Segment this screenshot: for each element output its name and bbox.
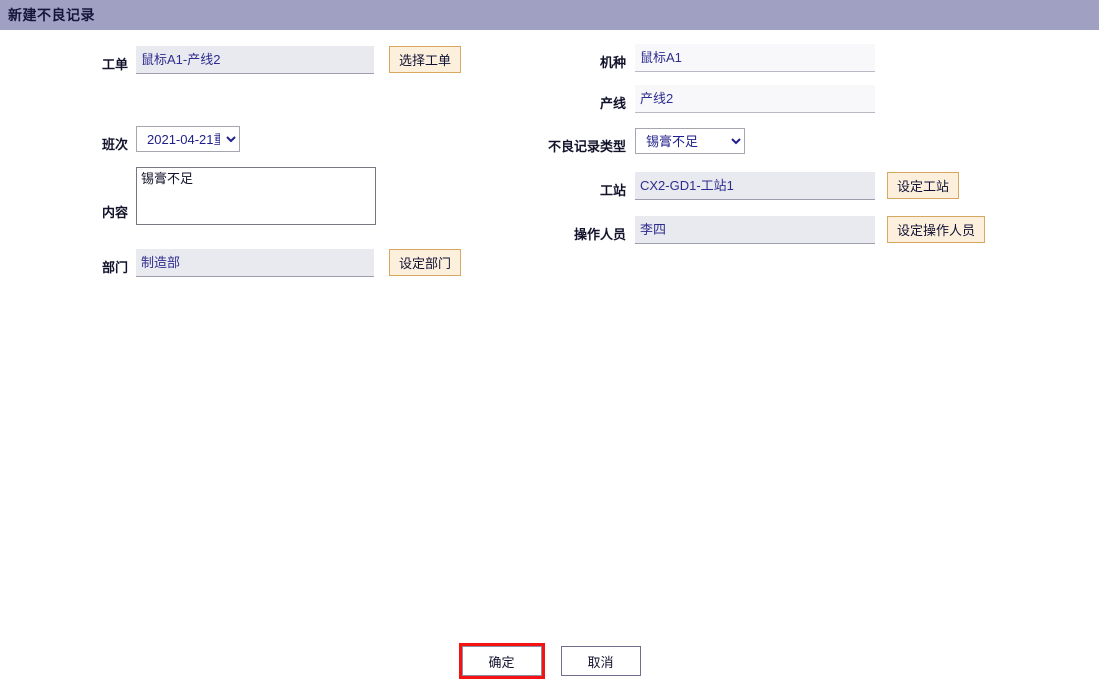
defect-type-select[interactable]: 锡膏不足: [635, 128, 745, 154]
field-row-work-order: 工单 选择工单: [88, 46, 488, 76]
operator-label: 操作人员: [573, 227, 626, 242]
department-label: 部门: [101, 260, 128, 275]
window-titlebar: 新建不良记录: [0, 0, 1099, 30]
page-title: 新建不良记录: [8, 7, 95, 23]
dialog-footer: 确定 取消: [0, 643, 1099, 679]
line-label: 产线: [599, 96, 626, 111]
form-left-column: 工单 选择工单 班次 2021-04-21重 内容 锡膏不足 部门 设定部门: [88, 30, 488, 290]
station-label: 工站: [599, 183, 626, 198]
station-input[interactable]: [635, 172, 875, 200]
department-input[interactable]: [136, 249, 374, 277]
set-operator-button[interactable]: 设定操作人员: [887, 216, 986, 243]
line-value: 产线2: [635, 85, 875, 113]
confirm-button-highlight: 确定: [458, 643, 545, 679]
content-label: 内容: [101, 205, 128, 220]
field-row-station: 工站 设定工站: [540, 172, 1010, 202]
field-row-shift: 班次 2021-04-21重: [88, 126, 488, 156]
work-order-input[interactable]: [136, 46, 374, 74]
field-row-department: 部门 设定部门: [88, 249, 488, 279]
select-work-order-button[interactable]: 选择工单: [389, 46, 462, 73]
field-row-line: 产线 产线2: [540, 85, 1010, 115]
set-department-button[interactable]: 设定部门: [389, 249, 462, 276]
field-row-defect-type: 不良记录类型 锡膏不足: [540, 128, 1010, 158]
shift-label: 班次: [101, 137, 128, 152]
form-right-column: 机种 鼠标A1 产线 产线2 不良记录类型 锡膏不足 工站 设定工站 操作人员 …: [540, 30, 1010, 257]
model-label: 机种: [599, 55, 626, 70]
defect-type-label: 不良记录类型: [547, 139, 626, 154]
form-area: 工单 选择工单 班次 2021-04-21重 内容 锡膏不足 部门 设定部门 机…: [0, 30, 1099, 630]
shift-select[interactable]: 2021-04-21重: [136, 126, 240, 152]
confirm-button[interactable]: 确定: [461, 646, 542, 676]
field-row-content: 内容 锡膏不足: [88, 167, 488, 225]
model-value: 鼠标A1: [635, 44, 875, 72]
field-row-model: 机种 鼠标A1: [540, 44, 1010, 74]
field-row-operator: 操作人员 设定操作人员: [540, 216, 1010, 246]
work-order-label: 工单: [101, 57, 128, 72]
set-station-button[interactable]: 设定工站: [887, 172, 960, 199]
cancel-button[interactable]: 取消: [560, 646, 641, 676]
content-textarea[interactable]: 锡膏不足: [136, 167, 376, 225]
operator-input[interactable]: [635, 216, 875, 244]
